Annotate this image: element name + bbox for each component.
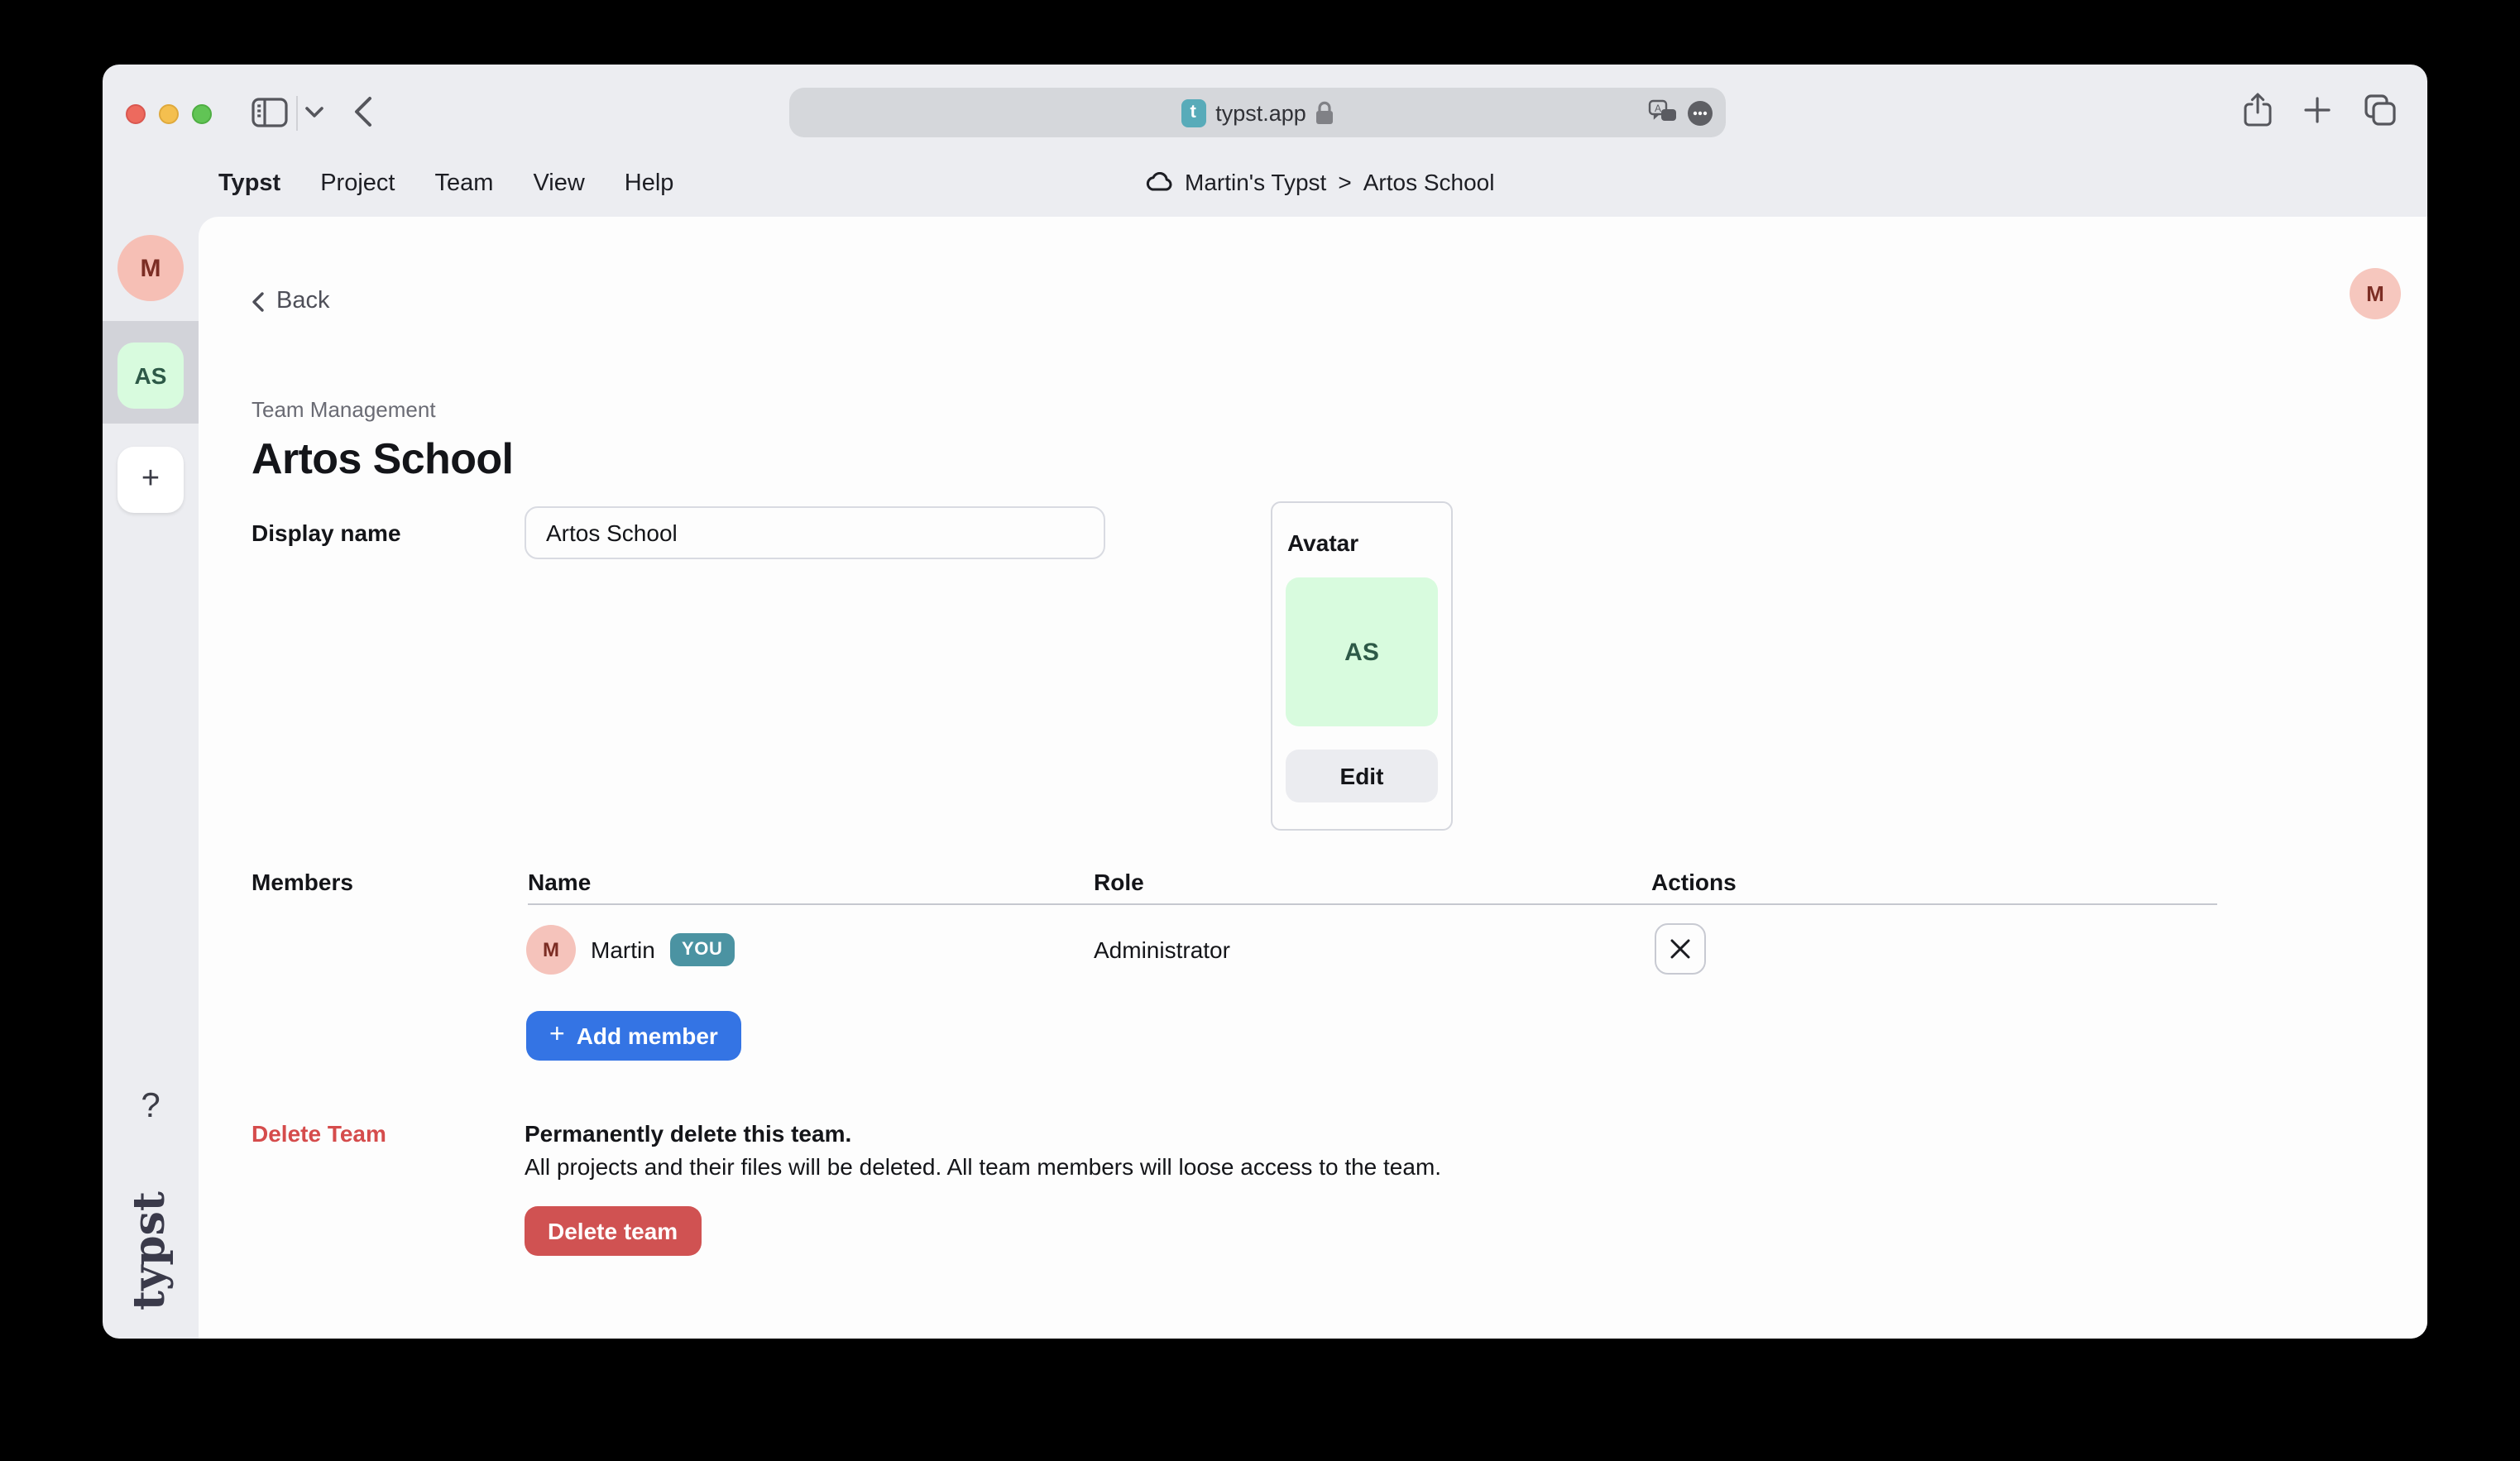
sidebar-team-artos-school[interactable]: AS [117, 342, 184, 409]
breadcrumb-current: Artos School [1363, 169, 1495, 195]
column-header-actions: Actions [1651, 869, 1737, 895]
page-title: Artos School [252, 434, 513, 485]
traffic-light-close[interactable] [126, 104, 146, 124]
add-member-button[interactable]: + Add member [526, 1011, 741, 1061]
more-options-icon[interactable] [1688, 100, 1713, 125]
svg-text:文: 文 [1665, 109, 1674, 121]
traffic-light-zoom[interactable] [192, 104, 212, 124]
help-icon[interactable]: ? [103, 1087, 199, 1127]
you-badge: YOU [670, 933, 735, 966]
breadcrumb-workspace[interactable]: Martin's Typst [1185, 169, 1326, 195]
delete-team-button[interactable]: Delete team [525, 1206, 701, 1256]
share-icon[interactable] [2244, 93, 2272, 127]
tab-overview-icon[interactable] [2364, 94, 2396, 126]
section-label: Team Management [252, 397, 436, 422]
address-bar[interactable]: t typst.app 文 A [789, 88, 1726, 137]
member-avatar: M [526, 925, 576, 975]
delete-warning-body: All projects and their files will be del… [525, 1153, 1441, 1180]
avatar-card-label: Avatar [1287, 529, 1358, 558]
members-label: Members [252, 869, 353, 895]
breadcrumb[interactable]: Martin's Typst > Artos School [1145, 169, 1494, 195]
back-label: Back [276, 288, 330, 314]
browser-back-icon[interactable] [354, 96, 372, 127]
member-name: Martin [591, 936, 655, 963]
menu-team[interactable]: Team [435, 170, 494, 197]
table-divider [528, 903, 2217, 905]
screen: t typst.app 文 A [0, 0, 2520, 1461]
translate-icon[interactable]: 文 A [1648, 99, 1679, 126]
delete-warning-title: Permanently delete this team. [525, 1120, 851, 1147]
display-name-input[interactable] [525, 506, 1105, 559]
toolbar-divider [296, 96, 298, 131]
site-favicon: t [1181, 98, 1205, 127]
sidebar-user-avatar[interactable]: M [117, 235, 184, 301]
sidebar-toggle-icon[interactable] [252, 98, 288, 127]
svg-text:A: A [1655, 103, 1661, 114]
traffic-light-minimize[interactable] [159, 104, 179, 124]
url-text: typst.app [1215, 100, 1306, 125]
menu-typst[interactable]: Typst [218, 170, 280, 197]
display-name-label: Display name [252, 520, 401, 546]
avatar-card: Avatar AS Edit [1271, 501, 1453, 831]
member-role: Administrator [1094, 936, 1230, 963]
team-management-panel: Back M Team Management Artos School Disp… [199, 217, 2427, 1339]
menu-project[interactable]: Project [320, 170, 395, 197]
back-chevron-icon [252, 290, 265, 312]
delete-team-label: Delete Team [252, 1120, 386, 1147]
edit-avatar-button[interactable]: Edit [1286, 750, 1438, 802]
column-header-name: Name [528, 869, 591, 895]
breadcrumb-separator: > [1338, 169, 1351, 195]
menu-view[interactable]: View [533, 170, 584, 197]
add-member-label: Add member [577, 1023, 718, 1049]
add-team-button[interactable]: + [117, 447, 184, 513]
account-avatar[interactable]: M [2350, 268, 2401, 319]
app-menubar: Typst Project Team View Help [218, 170, 673, 197]
column-header-role: Role [1094, 869, 1144, 895]
browser-window: t typst.app 文 A [103, 65, 2427, 1339]
team-avatar: AS [1286, 577, 1438, 727]
plus-icon: + [549, 1021, 565, 1051]
back-button[interactable]: Back [252, 288, 330, 314]
close-icon [1670, 938, 1691, 960]
chevron-down-icon[interactable] [304, 106, 324, 119]
remove-member-button[interactable] [1655, 923, 1706, 975]
cloud-icon [1145, 172, 1173, 192]
new-tab-icon[interactable] [2303, 96, 2331, 124]
menu-help[interactable]: Help [625, 170, 674, 197]
lock-icon [1316, 101, 1334, 124]
